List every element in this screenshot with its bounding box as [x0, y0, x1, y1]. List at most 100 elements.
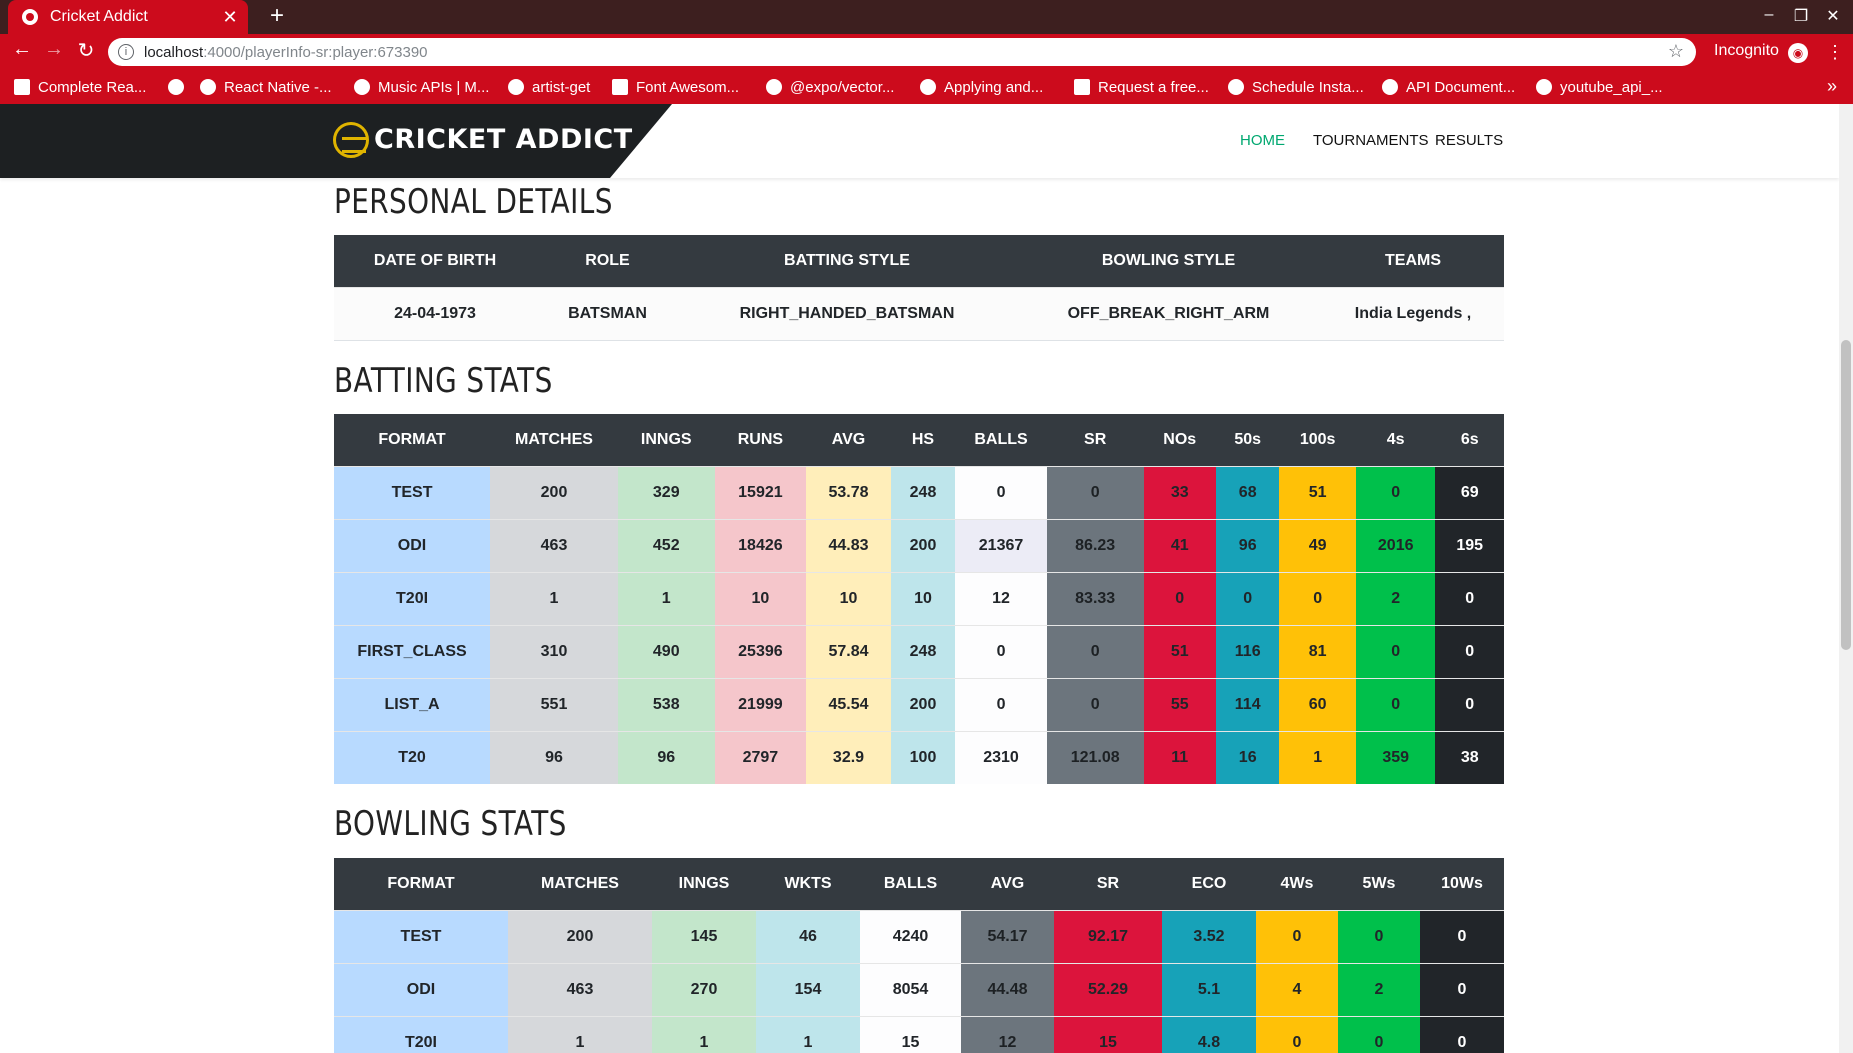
page-viewport: CRICKET ADDICT HOME TOURNAMENTS RESULTS … [0, 104, 1853, 1053]
url-host: localhost [144, 43, 204, 61]
snowflake-icon [1382, 79, 1398, 95]
bookmark-item[interactable]: Complete Rea... [14, 70, 146, 104]
helmet-logo-icon[interactable] [333, 122, 369, 158]
batting-header-4s: 4s [1355, 414, 1436, 467]
bookmark-item[interactable]: youtube_api_... [1536, 70, 1663, 104]
batting-cell-avg: 45.54 [806, 678, 891, 732]
browser-menu-icon[interactable]: ⋮ [1826, 42, 1844, 63]
site-favicon-icon [22, 9, 38, 25]
batting-cell-format: T20 [334, 731, 491, 784]
flag-icon [612, 79, 628, 95]
batting-header-6s: 6s [1435, 414, 1504, 467]
bookmark-item[interactable]: Applying and... [920, 70, 1043, 104]
batting-cell-sr: 0 [1046, 678, 1144, 732]
batting-cell-6s: 38 [1435, 731, 1504, 784]
batting-cell-4s: 0 [1355, 466, 1436, 520]
batting-cell-100s: 51 [1279, 466, 1356, 520]
bowling-header-wkts: WKTS [756, 858, 860, 911]
batting-header-100s: 100s [1279, 414, 1356, 467]
personal-teams-value: India Legends , [1322, 287, 1504, 341]
bookmark-star-icon[interactable]: ☆ [1668, 41, 1684, 62]
nav-home-link[interactable]: HOME [1240, 132, 1285, 149]
batting-cell-inngs: 329 [617, 466, 715, 520]
bowling-cell-10ws: 0 [1420, 1016, 1504, 1053]
batting-cell-inngs: 1 [617, 572, 715, 626]
globe-icon [1228, 79, 1244, 95]
bookmarks-overflow-icon[interactable]: » [1827, 76, 1837, 97]
table-row: FIRST_CLASS 310 490 25396 57.84 248 0 0 51 116 81 0… [334, 625, 1504, 679]
table-row: TEST 200 329 15921 53.78 248 0 0 33 68 51 0 69 [334, 466, 1504, 520]
bookmark-item[interactable]: @expo/vector... [766, 70, 894, 104]
new-tab-button[interactable]: + [262, 2, 292, 30]
batting-header-matches: MATCHES [490, 414, 618, 467]
personal-details-heading: PERSONAL DETAILS [334, 182, 613, 222]
address-bar[interactable]: i localhost:4000/playerInfo-sr:player:67… [108, 38, 1696, 66]
batting-cell-sr: 83.33 [1046, 572, 1144, 626]
incognito-icon[interactable]: ◉ [1788, 43, 1808, 63]
browser-tab[interactable]: Cricket Addict ✕ [8, 0, 248, 34]
bowling-cell-format: TEST [334, 910, 508, 964]
bookmark-item[interactable] [168, 70, 192, 104]
bookmark-favicon-icon [1074, 79, 1090, 95]
batting-cell-avg: 53.78 [806, 466, 891, 520]
batting-cell-6s: 0 [1435, 625, 1504, 679]
batting-cell-6s: 0 [1435, 572, 1504, 626]
batting-cell-hs: 248 [890, 625, 956, 679]
bookmark-item[interactable]: API Document... [1382, 70, 1515, 104]
bookmark-item[interactable]: Schedule Insta... [1228, 70, 1364, 104]
page-scrollbar[interactable] [1839, 104, 1853, 1053]
table-row: 24-04-1973 BATSMAN RIGHT_HANDED_BATSMAN OFF… [334, 287, 1504, 341]
site-info-icon[interactable]: i [118, 44, 134, 60]
batting-cell-balls: 0 [955, 625, 1047, 679]
batting-cell-balls: 21367 [955, 519, 1047, 573]
bookmarks-bar: Complete Rea... React Native -... Music … [0, 70, 1853, 104]
nav-results-link[interactable]: RESULTS [1435, 132, 1503, 149]
bookmark-item[interactable]: Request a free... [1074, 70, 1209, 104]
window-close-icon[interactable]: ✕ [1818, 6, 1848, 26]
bookmark-item[interactable]: Font Awesom... [612, 70, 739, 104]
batting-cell-nos: 0 [1143, 572, 1216, 626]
brand-name[interactable]: CRICKET ADDICT [374, 124, 633, 155]
browser-toolbar: ← → ↻ i localhost:4000/playerInfo-sr:pla… [0, 34, 1853, 70]
bowling-cell-eco: 5.1 [1162, 963, 1256, 1017]
maximize-icon[interactable]: ❐ [1786, 6, 1816, 26]
batting-cell-matches: 200 [490, 466, 618, 520]
bowling-stats-heading: BOWLING STATS [334, 804, 567, 844]
batting-cell-avg: 44.83 [806, 519, 891, 573]
bowling-cell-inngs: 270 [652, 963, 756, 1017]
batting-cell-nos: 11 [1143, 731, 1216, 784]
bowling-cell-sr: 92.17 [1054, 910, 1162, 964]
batting-cell-50s: 68 [1215, 466, 1280, 520]
bowling-header-inngs: INNGS [652, 858, 756, 911]
globe-icon [920, 79, 936, 95]
github-icon [1536, 79, 1552, 95]
batting-header-inngs: INNGS [617, 414, 715, 467]
batting-header-balls: BALLS [955, 414, 1047, 467]
close-tab-icon[interactable]: ✕ [220, 7, 240, 28]
forward-arrow-icon[interactable]: → [40, 38, 68, 61]
bookmark-item[interactable]: artist-get [508, 70, 590, 104]
bowling-cell-matches: 1 [508, 1016, 652, 1053]
personal-date-of-birth-value: 24-04-1973 [334, 287, 536, 341]
bookmark-item[interactable]: Music APIs | M... [354, 70, 489, 104]
personal-batting-style-value: RIGHT_HANDED_BATSMAN [679, 287, 1015, 341]
bowling-cell-sr: 52.29 [1054, 963, 1162, 1017]
bookmark-item[interactable]: React Native -... [200, 70, 332, 104]
scrollbar-thumb[interactable] [1841, 340, 1851, 650]
batting-cell-100s: 49 [1279, 519, 1356, 573]
batting-cell-6s: 0 [1435, 678, 1504, 732]
nav-tournaments-link[interactable]: TOURNAMENTS [1313, 132, 1429, 149]
batting-cell-runs: 21999 [714, 678, 807, 732]
batting-cell-50s: 16 [1215, 731, 1280, 784]
batting-cell-50s: 0 [1215, 572, 1280, 626]
batting-cell-sr: 121.08 [1046, 731, 1144, 784]
batting-cell-avg: 32.9 [806, 731, 891, 784]
back-arrow-icon[interactable]: ← [8, 38, 36, 61]
batting-cell-hs: 10 [890, 572, 956, 626]
reload-icon[interactable]: ↻ [72, 38, 100, 63]
batting-header-sr: SR [1046, 414, 1144, 467]
batting-cell-4s: 359 [1355, 731, 1436, 784]
bowling-stats-table: FORMAT MATCHES INNGS WKTS BALLS AVG SR ECO 4Ws 5W… [334, 858, 1504, 1053]
tab-title: Cricket Addict [50, 8, 148, 25]
minimize-icon[interactable]: – [1754, 6, 1784, 24]
